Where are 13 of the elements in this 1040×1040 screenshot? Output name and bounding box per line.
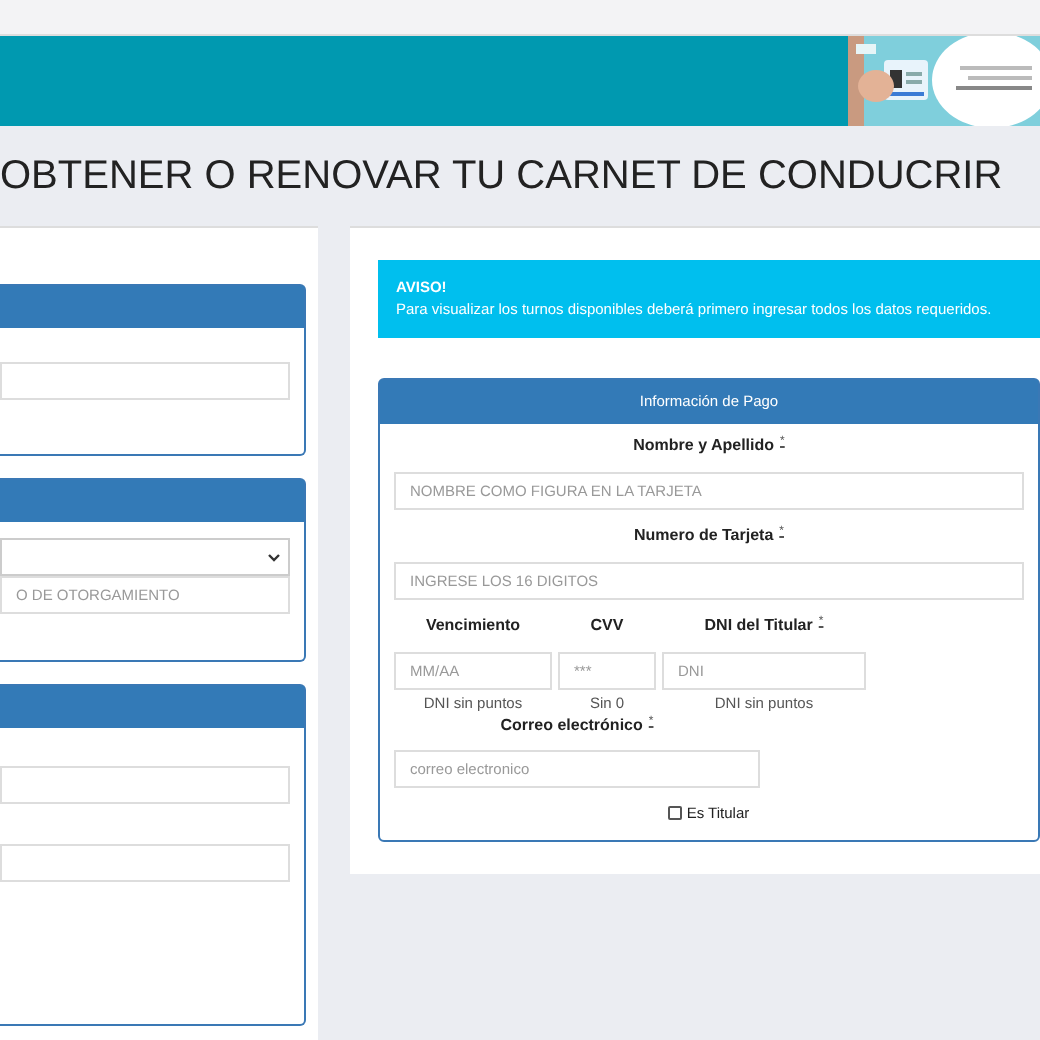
- field-label: Numero de Tarjeta: [634, 526, 774, 546]
- field-label: DNI del Titular: [704, 616, 813, 636]
- chevron-down-icon: [268, 553, 280, 561]
- checkbox[interactable]: [668, 806, 683, 821]
- input-field[interactable]: [0, 844, 290, 882]
- input-field[interactable]: [0, 766, 290, 804]
- field-label: Vencimiento: [425, 616, 521, 636]
- page-title: OBTENER O RENOVAR TU CARNET DE CONDUCRIR: [0, 152, 1003, 202]
- field-label: CVV: [590, 616, 624, 636]
- input-field[interactable]: [0, 362, 290, 400]
- field-label: Nombre y Apellido: [633, 436, 775, 456]
- field-label: Correo electrónico: [500, 716, 643, 736]
- select-field[interactable]: [0, 538, 290, 576]
